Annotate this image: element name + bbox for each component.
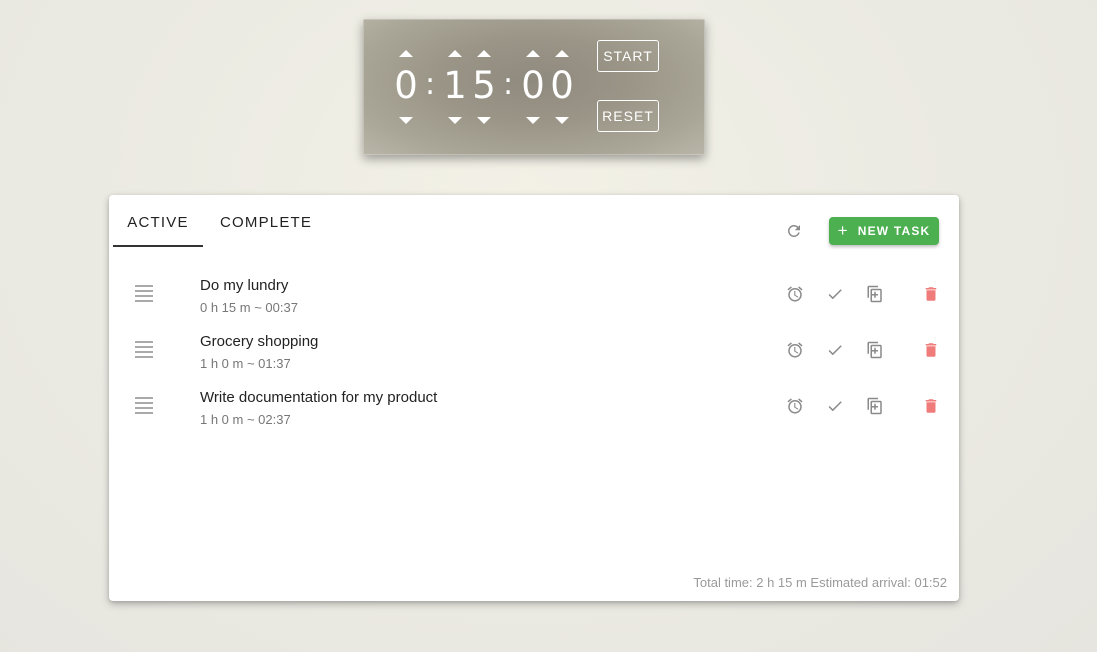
- timer-widget: 0 : 1 5 : 0 0 START RESET: [363, 19, 705, 155]
- reset-button[interactable]: RESET: [597, 100, 659, 132]
- drag-handle-icon[interactable]: [135, 397, 153, 417]
- alarm-icon[interactable]: [786, 341, 804, 359]
- totals-summary: Total time: 2 h 15 m Estimated arrival: …: [693, 575, 947, 590]
- minutes-tens-up-arrow-icon[interactable]: [448, 50, 462, 57]
- alarm-icon[interactable]: [786, 397, 804, 415]
- delete-icon[interactable]: [922, 397, 940, 415]
- delete-icon[interactable]: [922, 285, 940, 303]
- plus-icon: +: [837, 221, 849, 240]
- task-title: Grocery shopping: [200, 333, 319, 350]
- task-duration: 0 h 15 m ~ 00:37: [200, 300, 298, 315]
- check-icon[interactable]: [826, 397, 844, 415]
- alarm-icon[interactable]: [786, 285, 804, 303]
- hours-up-arrow-icon[interactable]: [399, 50, 413, 57]
- drag-handle-icon[interactable]: [135, 341, 153, 361]
- seconds-tens-up-arrow-icon[interactable]: [526, 50, 540, 57]
- seconds-ones-column: 0: [549, 19, 575, 155]
- drag-handle-icon[interactable]: [135, 285, 153, 305]
- hours-down-arrow-icon[interactable]: [399, 117, 413, 124]
- task-title: Do my lundry: [200, 277, 289, 294]
- seconds-tens-down-arrow-icon[interactable]: [526, 117, 540, 124]
- minutes-tens-digit: 1: [443, 64, 467, 107]
- minutes-ones-digit: 5: [472, 64, 496, 107]
- seconds-ones-up-arrow-icon[interactable]: [555, 50, 569, 57]
- minutes-tens-down-arrow-icon[interactable]: [448, 117, 462, 124]
- minutes-ones-column: 5: [471, 19, 497, 155]
- check-icon[interactable]: [826, 341, 844, 359]
- new-task-label: NEW TASK: [857, 224, 931, 238]
- task-row: Do my lundry 0 h 15 m ~ 00:37: [109, 267, 959, 323]
- task-card: ACTIVE COMPLETE + NEW TASK Do my lundry …: [109, 195, 959, 601]
- tab-active[interactable]: ACTIVE: [113, 209, 203, 247]
- task-duration: 1 h 0 m ~ 01:37: [200, 356, 291, 371]
- seconds-tens-digit: 0: [521, 64, 545, 107]
- task-row: Write documentation for my product 1 h 0…: [109, 379, 959, 435]
- check-icon[interactable]: [826, 285, 844, 303]
- minutes-ones-up-arrow-icon[interactable]: [477, 50, 491, 57]
- hours-digit: 0: [394, 64, 418, 107]
- colon-separator: :: [502, 67, 514, 102]
- task-title: Write documentation for my product: [200, 389, 438, 406]
- minutes-ones-down-arrow-icon[interactable]: [477, 117, 491, 124]
- task-duration: 1 h 0 m ~ 02:37: [200, 412, 291, 427]
- copy-icon[interactable]: [866, 285, 884, 303]
- task-row: Grocery shopping 1 h 0 m ~ 01:37: [109, 323, 959, 379]
- seconds-tens-column: 0: [520, 19, 546, 155]
- seconds-ones-down-arrow-icon[interactable]: [555, 117, 569, 124]
- tab-complete[interactable]: COMPLETE: [220, 209, 311, 245]
- colon-separator: :: [424, 67, 436, 102]
- copy-icon[interactable]: [866, 341, 884, 359]
- refresh-icon[interactable]: [785, 222, 803, 240]
- new-task-button[interactable]: + NEW TASK: [829, 217, 939, 245]
- copy-icon[interactable]: [866, 397, 884, 415]
- minutes-tens-column: 1: [442, 19, 468, 155]
- seconds-ones-digit: 0: [550, 64, 574, 107]
- start-button[interactable]: START: [597, 40, 659, 72]
- delete-icon[interactable]: [922, 341, 940, 359]
- hours-column: 0: [393, 19, 419, 155]
